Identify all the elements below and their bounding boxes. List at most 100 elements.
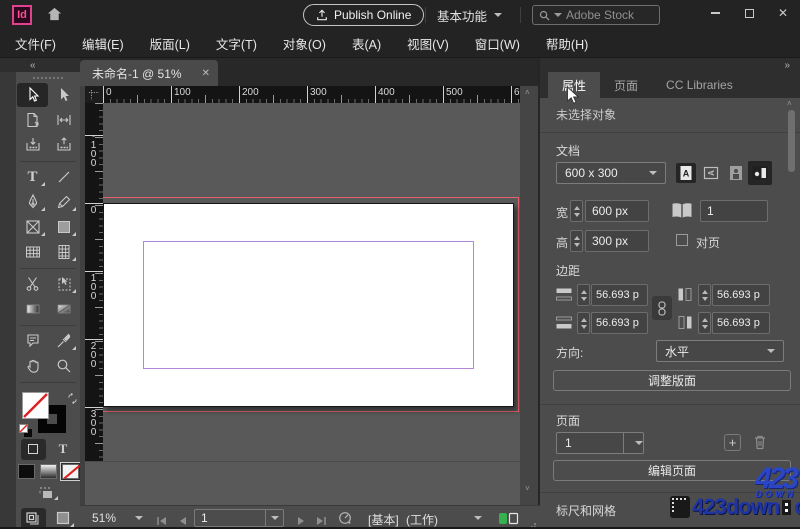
delete-page-button[interactable]: [752, 433, 768, 456]
formatting-affects-container-button[interactable]: [20, 438, 46, 460]
direct-selection-tool[interactable]: [48, 83, 79, 107]
view-options-button[interactable]: [35, 483, 61, 503]
pen-tool[interactable]: [17, 190, 48, 214]
frame-tool[interactable]: [17, 215, 48, 239]
link-margins-button[interactable]: [652, 296, 672, 320]
orientation-portrait-button[interactable]: A: [676, 163, 696, 183]
content-placer-tool[interactable]: [48, 133, 79, 157]
menu-layout[interactable]: 版面(L): [137, 30, 203, 57]
hand-tool[interactable]: [17, 354, 48, 378]
resize-grip[interactable]: [528, 519, 537, 527]
rectangle-tool[interactable]: [48, 215, 79, 239]
publish-online-button[interactable]: Publish Online: [303, 4, 425, 26]
width-stepper[interactable]: [570, 200, 583, 222]
margin-left-stepper[interactable]: [698, 284, 711, 306]
next-page-button[interactable]: [297, 513, 305, 527]
vertical-ruler[interactable]: -100 0 100 200 300: [85, 103, 103, 461]
page-dropdown-button[interactable]: [265, 510, 283, 526]
margin-bottom-stepper[interactable]: [577, 312, 590, 334]
apply-color-button[interactable]: [17, 463, 35, 479]
zoom-tool[interactable]: [48, 354, 79, 378]
workspace-switcher[interactable]: 基本功能: [437, 7, 503, 24]
formatting-affects-text-button[interactable]: T: [51, 439, 76, 460]
page-number-field[interactable]: 1: [194, 509, 284, 527]
menu-table[interactable]: 表(A): [339, 30, 394, 57]
page-size-dropdown[interactable]: 600 x 300: [556, 162, 666, 184]
fill-swatch-none[interactable]: [22, 391, 49, 419]
margin-right-field[interactable]: 56.693 p: [712, 312, 770, 334]
toolbar-collapse-button[interactable]: «: [0, 58, 80, 72]
menu-object[interactable]: 对象(O): [270, 30, 339, 57]
margin-left-field[interactable]: 56.693 p: [712, 284, 770, 306]
normal-view-mode-button[interactable]: [20, 507, 46, 527]
scroll-up-icon[interactable]: ˄: [525, 88, 530, 97]
tab-close-icon[interactable]: ✕: [202, 68, 210, 79]
horizontal-ruler[interactable]: 0 100 200 300 400 500 600: [103, 86, 520, 103]
menu-help[interactable]: 帮助(H): [533, 30, 601, 57]
panel-scrollbar-thumb[interactable]: [788, 110, 795, 172]
page-dropdown-chevron[interactable]: [623, 433, 643, 453]
panel-drag-handle[interactable]: [32, 76, 64, 80]
gradient-swatch-tool[interactable]: [17, 297, 48, 321]
line-tool[interactable]: [48, 165, 79, 189]
menu-view[interactable]: 视图(V): [394, 30, 462, 57]
type-tool[interactable]: T: [17, 165, 48, 189]
menu-window[interactable]: 窗口(W): [462, 30, 533, 57]
gap-tool[interactable]: [48, 108, 79, 132]
last-page-button[interactable]: [316, 513, 327, 527]
menu-file[interactable]: 文件(F): [2, 30, 69, 57]
ruler-origin-corner[interactable]: [85, 86, 103, 103]
width-field[interactable]: 600 px: [585, 200, 649, 222]
free-transform-tool[interactable]: [48, 272, 79, 296]
orientation-landscape-button[interactable]: A: [701, 163, 721, 183]
menu-edit[interactable]: 编辑(E): [69, 30, 137, 57]
adobe-stock-search-input[interactable]: Adobe Stock: [532, 5, 660, 25]
zoom-chevron-icon[interactable]: [135, 516, 143, 520]
close-button[interactable]: ✕: [766, 0, 800, 26]
home-icon[interactable]: [46, 6, 63, 28]
page-count-field[interactable]: 1: [700, 200, 768, 222]
preflight-gauge-icon[interactable]: [338, 511, 353, 527]
first-page-button[interactable]: [156, 513, 167, 527]
margin-top-field[interactable]: 56.693 p: [591, 284, 648, 306]
maximize-button[interactable]: [732, 0, 766, 26]
height-stepper[interactable]: [570, 230, 583, 252]
facing-pages-checkbox[interactable]: [676, 234, 688, 246]
panel-scroll-up-icon[interactable]: ˄: [787, 99, 792, 108]
menu-type[interactable]: 文字(T): [203, 30, 270, 57]
gradient-feather-tool[interactable]: [48, 297, 79, 321]
content-collector-tool[interactable]: [17, 133, 48, 157]
eyedropper-tool[interactable]: [48, 329, 79, 353]
binding-ltr-button[interactable]: [726, 163, 746, 183]
preflight-profile[interactable]: [基本]: [368, 511, 399, 527]
pencil-tool[interactable]: [48, 190, 79, 214]
vertical-grid-tool[interactable]: [48, 240, 79, 264]
preview-mode-button[interactable]: [51, 508, 76, 527]
scissors-tool[interactable]: [17, 272, 48, 296]
zoom-level[interactable]: 51%: [92, 511, 116, 525]
selection-tool[interactable]: [17, 83, 48, 108]
height-field[interactable]: 300 px: [585, 230, 649, 252]
direction-dropdown[interactable]: 水平: [656, 340, 784, 362]
previous-page-button[interactable]: [179, 513, 187, 527]
adjust-layout-button[interactable]: 调整版面: [553, 370, 791, 391]
swap-fill-stroke-icon[interactable]: [67, 391, 78, 409]
binding-rtl-button[interactable]: [748, 161, 772, 185]
preflight-chevron-icon[interactable]: [474, 516, 482, 520]
horizontal-grid-tool[interactable]: [17, 240, 48, 264]
current-page-dropdown[interactable]: 1: [556, 432, 644, 454]
apply-none-button[interactable]: [61, 463, 79, 479]
edit-pages-button[interactable]: 编辑页面: [553, 460, 791, 481]
scroll-down-icon[interactable]: ˅: [525, 484, 530, 493]
minimize-button[interactable]: [698, 0, 732, 26]
page-tool[interactable]: [17, 108, 48, 132]
tab-cc-libraries[interactable]: CC Libraries: [652, 72, 747, 98]
spread-view-icon[interactable]: [498, 512, 519, 527]
margin-right-stepper[interactable]: [698, 312, 711, 334]
default-fill-stroke-icon[interactable]: [19, 423, 33, 438]
document-tab[interactable]: 未命名-1 @ 51% ✕: [80, 60, 218, 86]
tab-pages[interactable]: 页面: [600, 72, 652, 98]
margin-bottom-field[interactable]: 56.693 p: [591, 312, 648, 334]
apply-gradient-button[interactable]: [39, 463, 57, 479]
document-canvas[interactable]: 0 100 200 300 400 500 600 -100 0 100 200…: [80, 86, 538, 505]
